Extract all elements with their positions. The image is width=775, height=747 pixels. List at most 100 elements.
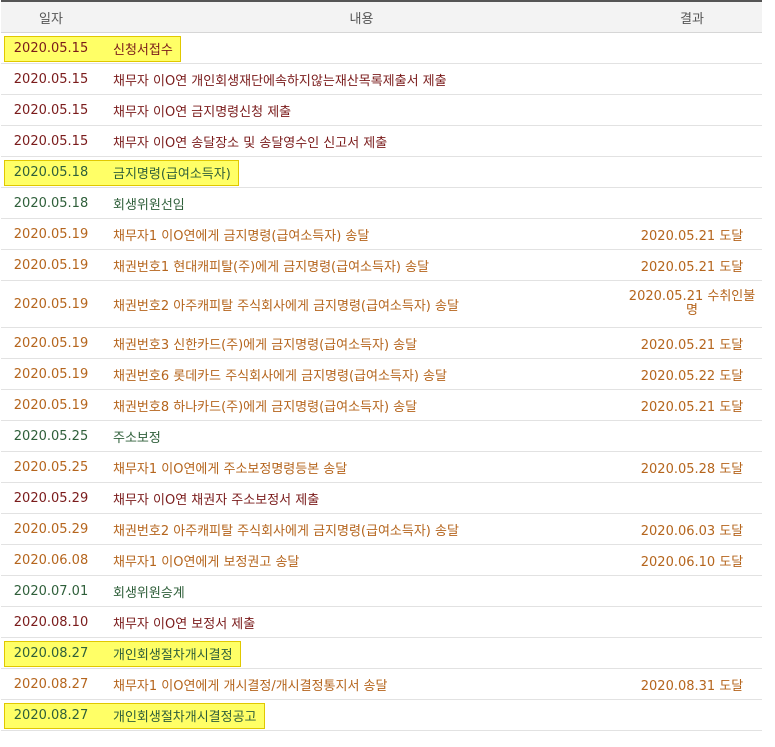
row-date: 2020.08.27	[1, 668, 101, 700]
row-content: 채권번호3 신한카드(주)에게 금지명령(급여소득자) 송달	[101, 327, 622, 359]
table-row: 2020.05.15 채무자 이O연 개인회생재단에속하지않는재산목록제출서 제출	[1, 63, 762, 95]
row-date: 2020.07.01	[1, 575, 101, 607]
row-result-text: 2020.08.31 도달	[640, 678, 744, 694]
row-result	[622, 699, 762, 731]
row-content-text: 금지명령(급여소득자)	[113, 166, 231, 182]
table-row: 2020.05.19 채권번호8 하나카드(주)에게 금지명령(급여소득자) 송달…	[1, 389, 762, 421]
table-row: 2020.05.29 채무자 이O연 채권자 주소보정서 제출	[1, 482, 762, 514]
row-result	[622, 94, 762, 126]
row-content: 채무자 이O연 금지명령신청 제출	[101, 94, 622, 126]
row-content-text: 채권번호3 신한카드(주)에게 금지명령(급여소득자) 송달	[113, 337, 418, 353]
row-date-text: 2020.08.27	[13, 707, 89, 723]
table-row: 2020.05.15 채무자 이O연 금지명령신청 제출	[1, 94, 762, 126]
row-result-text: 2020.05.21 도달	[640, 337, 744, 353]
table-row: 2020.05.15 채무자 이O연 송달장소 및 송달영수인 신고서 제출	[1, 125, 762, 157]
row-date: 2020.05.19	[1, 358, 101, 390]
row-content: 채권번호2 아주캐피탈 주식회사에게 금지명령(급여소득자) 송달	[101, 513, 622, 545]
row-content-text: 주소보정	[113, 430, 161, 446]
row-result: 2020.06.10 도달	[622, 544, 762, 576]
row-date: 2020.05.19	[1, 389, 101, 421]
row-date-text: 2020.05.19	[13, 366, 89, 382]
row-date: 2020.05.25	[1, 420, 101, 452]
row-date: 2020.05.19	[1, 218, 101, 250]
row-result-text: 2020.05.22 도달	[640, 368, 744, 384]
row-result	[622, 482, 762, 514]
row-content: 회생위원승계	[101, 575, 622, 607]
row-content-text: 채권번호1 현대캐피탈(주)에게 금지명령(급여소득자) 송달	[113, 259, 430, 275]
row-content: 채권번호1 현대캐피탈(주)에게 금지명령(급여소득자) 송달	[101, 249, 622, 281]
row-date-text: 2020.05.18	[13, 164, 89, 180]
case-history-table: 일자 내용 결과 2020.05.15 신청서접수 2020.05.15 채무자 이O…	[1, 0, 762, 731]
row-content-text: 채권번호8 하나카드(주)에게 금지명령(급여소득자) 송달	[113, 399, 418, 415]
row-content: 채무자 이O연 채권자 주소보정서 제출	[101, 482, 622, 514]
table-row: 2020.07.01 회생위원승계	[1, 575, 762, 607]
row-date-text: 2020.08.27	[13, 676, 89, 692]
row-date-text: 2020.05.29	[13, 490, 89, 506]
row-date-text: 2020.05.25	[13, 428, 89, 444]
table-row: 2020.05.19 채권번호2 아주캐피탈 주식회사에게 금지명령(급여소득자)…	[1, 280, 762, 328]
table-row: 2020.05.18 회생위원선임	[1, 187, 762, 219]
row-date-text: 2020.05.29	[13, 521, 89, 537]
row-result-text: 2020.05.21 도달	[640, 259, 744, 275]
row-date-text: 2020.05.19	[13, 397, 89, 413]
row-date: 2020.05.29	[1, 482, 101, 514]
row-content-text: 개인회생절차개시결정공고	[113, 709, 257, 725]
row-date: 2020.05.15	[1, 94, 101, 126]
row-content: 채권번호8 하나카드(주)에게 금지명령(급여소득자) 송달	[101, 389, 622, 421]
row-date-text: 2020.05.25	[13, 459, 89, 475]
row-result: 2020.05.22 도달	[622, 358, 762, 390]
table-row: 2020.06.08 채무자1 이O연에게 보정권고 송달 2020.06.10 도…	[1, 544, 762, 576]
row-date: 2020.05.18	[1, 187, 101, 219]
row-content-text: 채권번호2 아주캐피탈 주식회사에게 금지명령(급여소득자) 송달	[113, 523, 459, 539]
table-body: 2020.05.15 신청서접수 2020.05.15 채무자 이O연 개인회생재단에…	[1, 32, 762, 731]
row-result: 2020.05.21 수취인불명	[622, 280, 762, 328]
row-result	[622, 32, 762, 64]
row-content-text: 채무자1 이O연에게 개시결정/개시결정통지서 송달	[113, 678, 388, 694]
row-content: 채권번호6 롯데카드 주식회사에게 금지명령(급여소득자) 송달	[101, 358, 622, 390]
row-result	[622, 637, 762, 669]
column-header-date: 일자	[1, 0, 101, 33]
row-result	[622, 63, 762, 95]
row-result	[622, 420, 762, 452]
row-content-text: 채무자1 이O연에게 보정권고 송달	[113, 554, 300, 570]
row-date: 2020.05.29	[1, 513, 101, 545]
row-result	[622, 606, 762, 638]
row-date: 2020.08.10	[1, 606, 101, 638]
table-row: 2020.05.19 채권번호3 신한카드(주)에게 금지명령(급여소득자) 송달…	[1, 327, 762, 359]
row-date-text: 2020.05.15	[13, 102, 89, 118]
row-content-text: 회생위원승계	[113, 585, 185, 601]
row-content: 채무자 이O연 보정서 제출	[101, 606, 622, 638]
row-date: 2020.05.19	[1, 249, 101, 281]
row-date: 2020.06.08	[1, 544, 101, 576]
table-row: 2020.05.25 채무자1 이O연에게 주소보정명령등본 송달 2020.05.…	[1, 451, 762, 483]
row-date: 2020.05.19	[1, 327, 101, 359]
row-date: 2020.05.19	[1, 280, 101, 328]
row-result	[622, 187, 762, 219]
row-content: 회생위원선임	[101, 187, 622, 219]
row-date-text: 2020.05.19	[13, 296, 89, 312]
row-content: 채무자1 이O연에게 개시결정/개시결정통지서 송달	[101, 668, 622, 700]
row-date-text: 2020.05.19	[13, 226, 89, 242]
row-content: 채무자 이O연 개인회생재단에속하지않는재산목록제출서 제출	[101, 63, 622, 95]
row-content-text: 회생위원선임	[113, 197, 185, 213]
row-result: 2020.05.21 도달	[622, 389, 762, 421]
row-result: 2020.05.21 도달	[622, 249, 762, 281]
row-content: 채무자1 이O연에게 보정권고 송달	[101, 544, 622, 576]
row-date-text: 2020.05.19	[13, 257, 89, 273]
row-date-text: 2020.08.27	[13, 645, 89, 661]
row-result: 2020.06.03 도달	[622, 513, 762, 545]
case-history-panel: 일자 내용 결과 2020.05.15 신청서접수 2020.05.15 채무자 이O…	[1, 0, 762, 731]
row-date: 2020.05.15	[1, 63, 101, 95]
row-result-text: 2020.05.21 수취인불명	[628, 289, 756, 318]
row-content-text: 채무자1 이O연에게 금지명령(급여소득자) 송달	[113, 228, 370, 244]
row-date-text: 2020.07.01	[13, 583, 89, 599]
row-content-text: 채무자 이O연 금지명령신청 제출	[113, 104, 292, 120]
row-result: 2020.08.31 도달	[622, 668, 762, 700]
row-content-text: 채무자 이O연 보정서 제출	[113, 616, 256, 632]
row-result-text: 2020.06.03 도달	[640, 523, 744, 539]
row-date: 2020.05.25	[1, 451, 101, 483]
row-result	[622, 575, 762, 607]
row-content: 채무자1 이O연에게 주소보정명령등본 송달	[101, 451, 622, 483]
row-date-text: 2020.05.15	[13, 133, 89, 149]
row-date-text: 2020.05.19	[13, 335, 89, 351]
